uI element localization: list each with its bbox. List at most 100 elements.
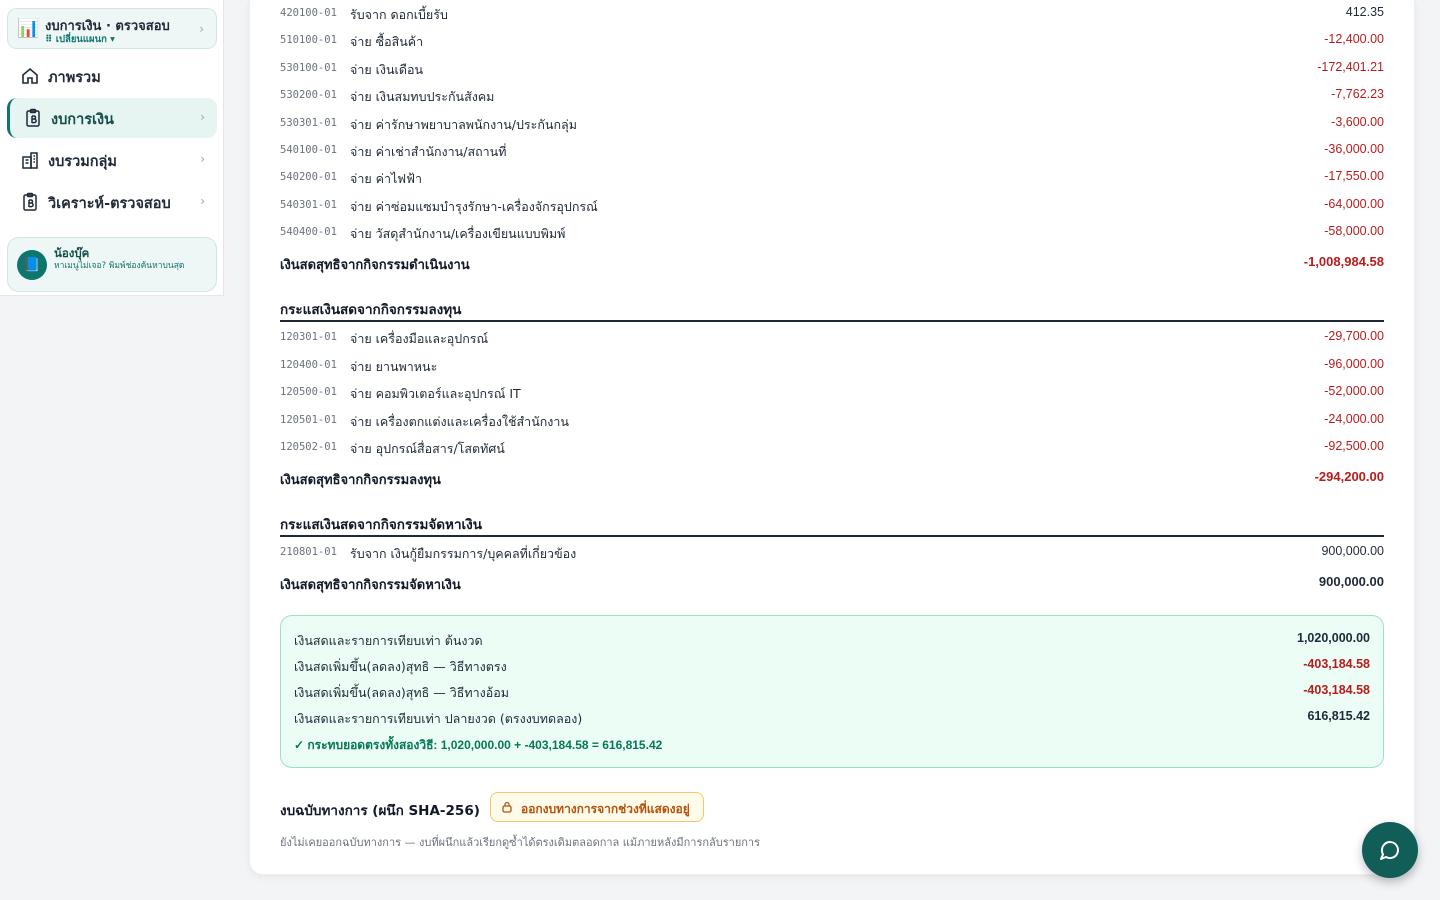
document-baht-icon: [23, 192, 37, 211]
row-amount: -172,401.21: [1317, 59, 1384, 74]
subtotal-amount: -294,200.00: [1314, 469, 1384, 484]
summary-label: เงินสดและรายการเทียบเท่า ปลายงวด (ตรงงบท…: [294, 711, 583, 726]
table-row: 510100-01 จ่าย ซื้อสินค้า -12,400.00: [280, 31, 1384, 51]
row-amount: -29,700.00: [1324, 329, 1384, 343]
table-row: 530200-01 จ่าย เงินสมทบประกันสังคม -7,762.…: [280, 86, 1384, 106]
row-amount: -12,400.00: [1324, 32, 1384, 47]
official-statement-section: งบฉบับทางการ (ผนึก SHA-256) ออกงบทางการจ…: [280, 792, 1384, 822]
summary-label: เงินสดเพิ่มขึ้น(ลดลง)สุทธิ — วิธีทางอ้อม: [294, 685, 510, 700]
sidebar-item-financial-statements[interactable]: งบการเงิน ›: [7, 98, 217, 138]
subtotal-amount: 900,000.00: [1318, 574, 1384, 589]
account-code: 120502-01: [280, 441, 337, 453]
table-row: 540301-01 จ่าย ค่าซ่อมแซมบำรุงรักษา-เครื่…: [280, 196, 1384, 216]
lock-icon: [502, 801, 512, 813]
table-row: 210801-01 รับจาก เงินกู้ยืมกรรมการ/บุคคลท…: [280, 543, 1384, 563]
account-code: 120301-01: [280, 331, 337, 343]
account-code: 210801-01: [280, 546, 337, 558]
section-title: กระแสเงินสดจากกิจกรรมจัดหาเงิน: [280, 517, 482, 533]
summary-row: เงินสดและรายการเทียบเท่า ปลายงวด (ตรงงบท…: [294, 708, 1370, 728]
issue-official-statement-button[interactable]: ออกงบทางการจากช่วงที่แสดงอยู่: [490, 792, 704, 822]
account-code: 540400-01: [280, 226, 337, 239]
subtotal-label: เงินสดสุทธิจากกิจกรรมจัดหาเงิน: [280, 578, 461, 593]
row-amount: 900,000.00: [1321, 544, 1384, 558]
table-row: 120500-01 จ่าย คอมพิวเตอร์และอุปกรณ์ IT -5…: [280, 383, 1384, 403]
investing-section-header: กระแสเงินสดจากกิจกรรมลงทุน: [280, 296, 1384, 322]
sidebar-item-label: งบรวมกลุ่ม: [48, 154, 117, 170]
account-code: 530200-01: [280, 89, 337, 102]
summary-amount: 616,815.42: [1307, 709, 1370, 723]
row-description: จ่าย ซื้อสินค้า: [350, 34, 424, 50]
chevron-right-icon: ›: [200, 110, 205, 124]
row-amount: -58,000.00: [1324, 224, 1384, 239]
subtotal-amount: -1,008,984.58: [1303, 254, 1384, 269]
row-description: จ่าย เครื่องมือและอุปกรณ์: [350, 331, 489, 346]
row-description: จ่าย เครื่องตกแต่งและเครื่องใช้สำนักงาน: [350, 413, 569, 429]
table-row: 120502-01 จ่าย อุปกรณ์สื่อสาร/โสตทัศน์ -92…: [280, 438, 1384, 458]
document-baht-icon: [26, 108, 40, 127]
account-code: 510100-01: [280, 34, 337, 47]
chat-bubble-icon: [1380, 841, 1399, 860]
chat-button[interactable]: [1362, 822, 1418, 878]
sidebar-item-label: วิเคราะห์-ตรวจสอบ: [48, 196, 171, 212]
summary-amount: 1,020,000.00: [1297, 631, 1370, 645]
account-code: 420100-01: [280, 7, 337, 19]
summary-amount: -403,184.58: [1303, 657, 1370, 671]
chart-icon: 📊: [17, 18, 40, 39]
chevron-right-icon: ›: [200, 194, 205, 208]
home-icon: [22, 67, 38, 84]
table-row: 120400-01 จ่าย ยานพาหนะ -96,000.00: [280, 356, 1384, 376]
account-code: 120400-01: [280, 358, 337, 371]
row-amount: -7,762.23: [1331, 87, 1384, 102]
account-code: 540301-01: [280, 198, 337, 211]
table-row: 120501-01 จ่าย เครื่องตกแต่งและเครื่องใช้…: [280, 411, 1384, 431]
summary-label: เงินสดเพิ่มขึ้น(ลดลง)สุทธิ — วิธีทางตรง: [294, 659, 507, 674]
account-code: 540200-01: [280, 171, 337, 184]
table-row: 540400-01 จ่าย วัสดุสำนักงาน/เครื่องเขียน…: [280, 223, 1384, 243]
row-description: จ่าย ค่ารักษาพยาบาลพนักงาน/ประกันกลุ่ม: [350, 116, 577, 132]
table-row: 540200-01 จ่าย ค่าไฟฟ้า -17,550.00: [280, 168, 1384, 188]
sidebar: 📊 งบการเงิน · ตรวจสอบ ⠿ เปลี่ยนแผนก ▾ › …: [0, 0, 224, 296]
account-code: 120500-01: [280, 386, 337, 398]
sidebar-item-label: งบการเงิน: [51, 112, 114, 128]
row-description: จ่าย ค่าซ่อมแซมบำรุงรักษา-เครื่องจักรอุป…: [350, 198, 598, 214]
summary-row: เงินสดและรายการเทียบเท่า ต้นงวด 1,020,000…: [294, 630, 1370, 650]
subtotal-label: เงินสดสุทธิจากกิจกรรมลงทุน: [280, 473, 441, 488]
row-description: จ่าย คอมพิวเตอร์และอุปกรณ์ IT: [350, 386, 521, 401]
book-icon: 📘: [17, 250, 47, 280]
sidebar-item-consolidated[interactable]: งบรวมกลุ่ม ›: [7, 140, 217, 180]
row-amount: -96,000.00: [1324, 356, 1384, 371]
cashflow-statement-card: 420100-01 รับจาก ดอกเบี้ยรับ 412.35 510100-…: [249, 0, 1415, 875]
row-amount: -17,550.00: [1324, 169, 1384, 184]
department-switcher[interactable]: 📊 งบการเงิน · ตรวจสอบ ⠿ เปลี่ยนแผนก ▾ ›: [7, 8, 217, 49]
row-amount: -24,000.00: [1324, 411, 1384, 426]
button-label: ออกงบทางการจากช่วงที่แสดงอยู่: [521, 802, 690, 816]
table-row: 420100-01 รับจาก ดอกเบี้ยรับ 412.35: [280, 4, 1384, 24]
account-code: 120501-01: [280, 413, 337, 426]
subtotal-label: เงินสดสุทธิจากกิจกรรมดำเนินงาน: [280, 258, 470, 273]
table-row: 120301-01 จ่าย เครื่องมือและอุปกรณ์ -29,70…: [280, 328, 1384, 348]
row-description: จ่าย ยานพาหนะ: [350, 358, 438, 374]
sidebar-item-label: ภาพรวม: [48, 70, 101, 86]
row-description: จ่าย ค่าเช่าสำนักงาน/สถานที่: [350, 144, 507, 159]
row-amount: -52,000.00: [1324, 384, 1384, 398]
account-code: 540100-01: [280, 144, 337, 156]
sidebar-item-overview[interactable]: ภาพรวม: [7, 56, 217, 96]
summary-row: เงินสดเพิ่มขึ้น(ลดลง)สุทธิ — วิธีทางตรง -…: [294, 656, 1370, 676]
switch-department-link[interactable]: ⠿ เปลี่ยนแผนก ▾: [45, 32, 115, 47]
sidebar-item-analysis[interactable]: วิเคราะห์-ตรวจสอบ ›: [7, 182, 217, 222]
row-description: รับจาก ดอกเบี้ยรับ: [350, 7, 448, 22]
chevron-right-icon: ›: [199, 22, 204, 36]
row-amount: -64,000.00: [1324, 196, 1384, 211]
row-description: จ่าย อุปกรณ์สื่อสาร/โสตทัศน์: [350, 441, 505, 456]
assistant-card[interactable]: 📘 น้องบุ๊ค หาเมนูไม่เจอ? พิมพ์ช่องค้นหาบ…: [7, 237, 217, 292]
operating-subtotal: เงินสดสุทธิจากกิจกรรมดำเนินงาน -1,008,98…: [280, 253, 1384, 275]
row-description: จ่าย เงินสมทบประกันสังคม: [350, 89, 495, 105]
row-amount: -3,600.00: [1331, 114, 1384, 129]
assistant-hint: หาเมนูไม่เจอ? พิมพ์ช่องค้นหาบนสุด: [54, 261, 185, 271]
row-description: จ่าย วัสดุสำนักงาน/เครื่องเขียนแบบพิมพ์: [350, 226, 566, 242]
financing-section-header: กระแสเงินสดจากกิจกรรมจัดหาเงิน: [280, 511, 1384, 537]
account-code: 530301-01: [280, 116, 337, 129]
row-amount: 412.35: [1345, 5, 1384, 19]
summary-label: เงินสดและรายการเทียบเท่า ต้นงวด: [294, 633, 483, 648]
table-row: 530301-01 จ่าย ค่ารักษาพยาบาลพนักงาน/ประก…: [280, 114, 1384, 134]
